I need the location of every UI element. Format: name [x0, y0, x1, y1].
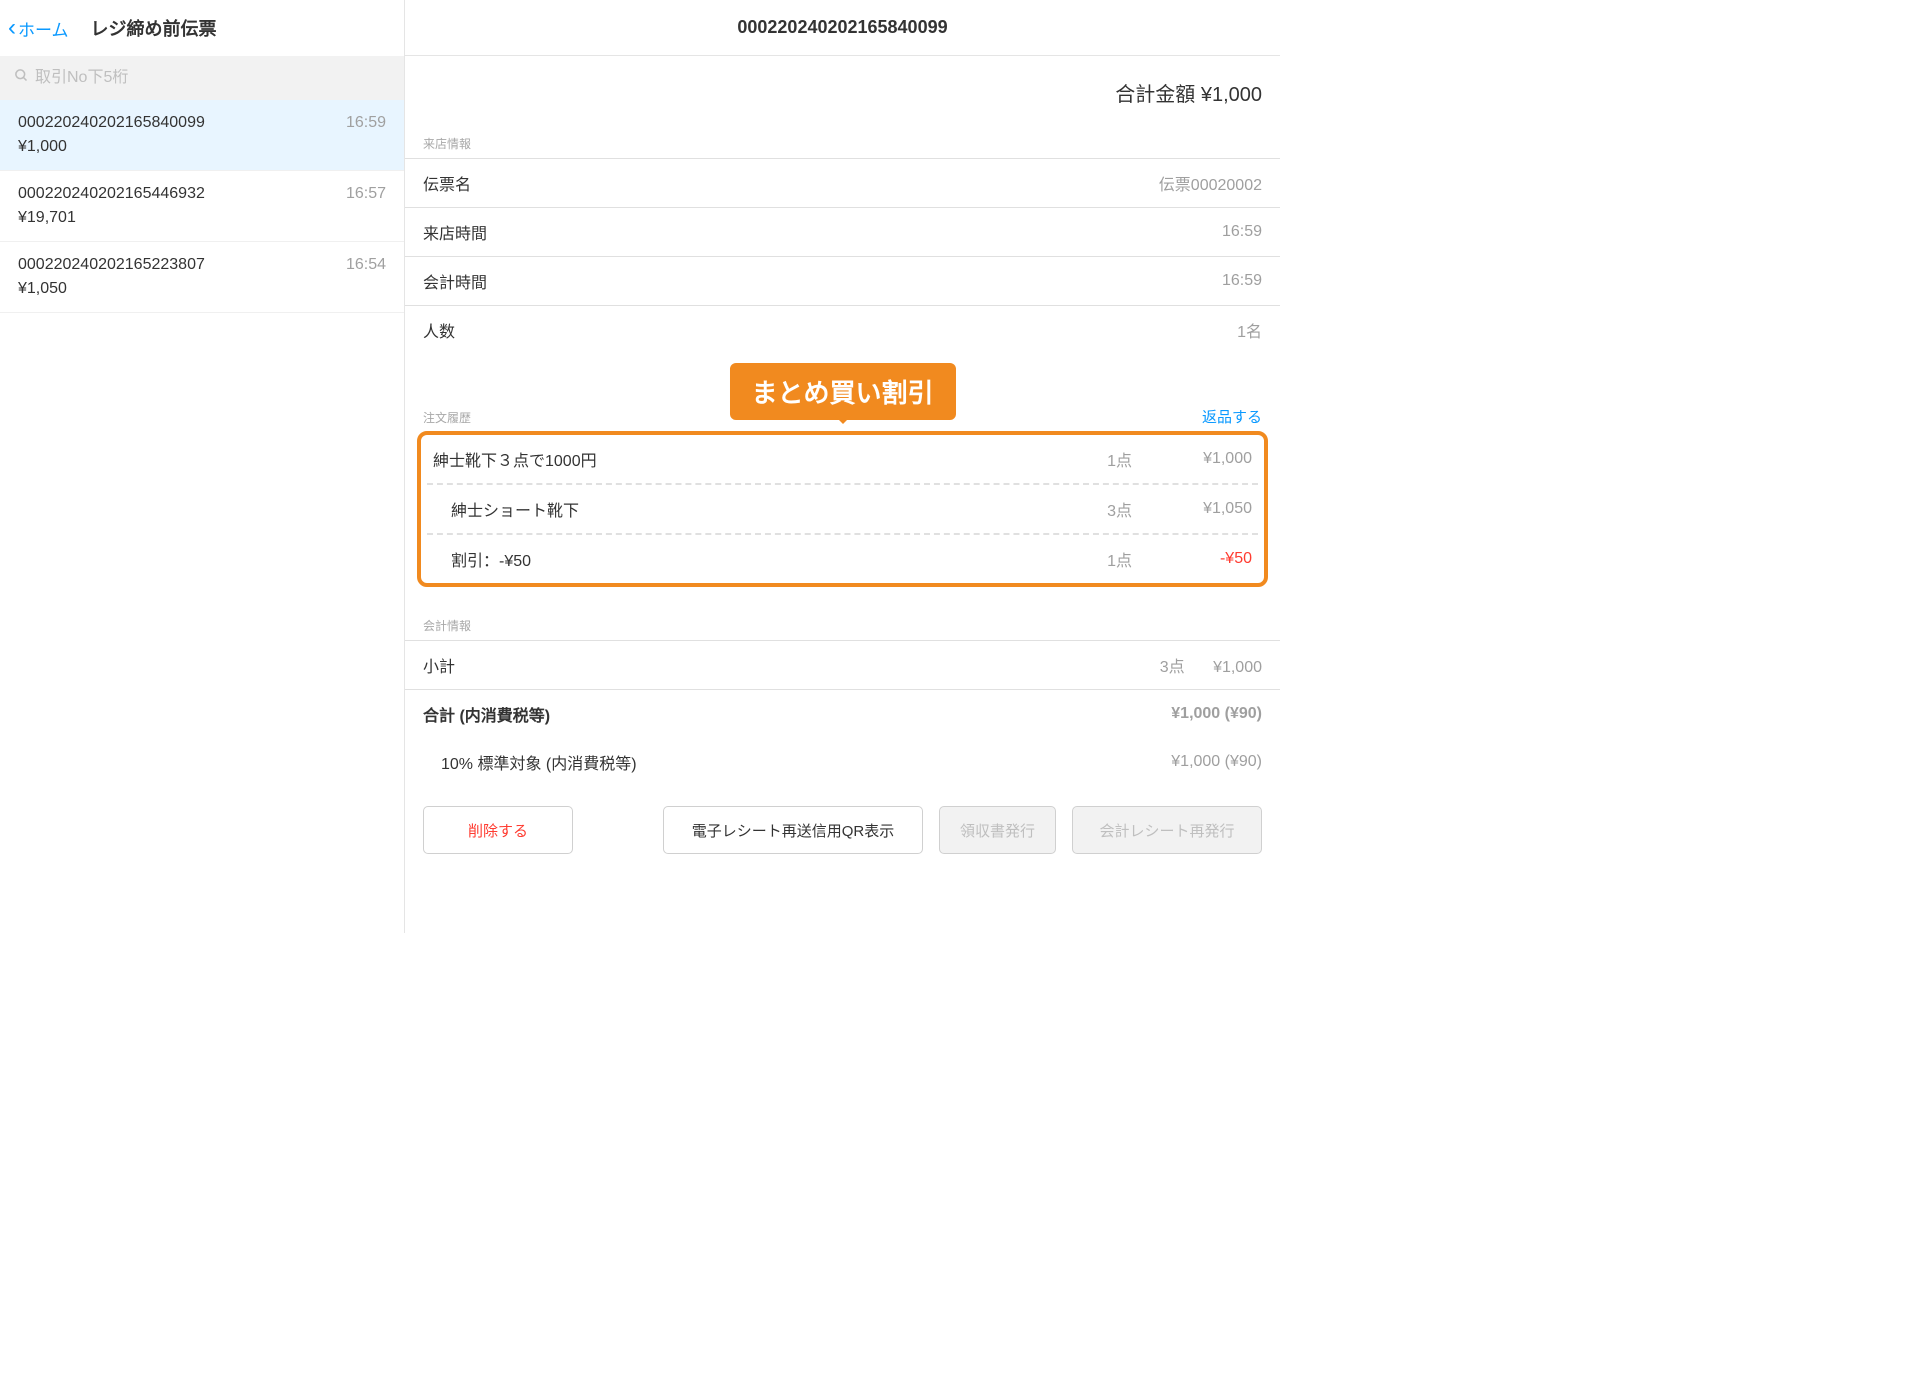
tx-amount: ¥1,050 — [18, 280, 386, 298]
search-field[interactable] — [35, 69, 390, 87]
detail-header-title: 000220240202165840099 — [405, 0, 1280, 56]
left-pane-title: レジ締め前伝票 — [91, 15, 217, 41]
tx-id: 000220240202165446932 — [18, 185, 386, 203]
total-value: ¥1,000 — [1201, 84, 1262, 106]
subtotal-key: 小計 — [423, 653, 455, 677]
order-qty: 1点 — [1062, 447, 1132, 471]
transaction-row[interactable]: 000220240202165223807 ¥1,050 16:54 — [0, 242, 404, 313]
transaction-list: 000220240202165840099¥1,00016:5900022024… — [0, 100, 404, 933]
receipt-issue-button: 領収書発行 — [939, 806, 1056, 854]
visit-section-label: 来店情報 — [405, 135, 1280, 158]
total-label: 合計金額 — [1115, 84, 1195, 106]
total-key: 合計 (内消費税等) — [423, 702, 550, 726]
receipt-reprint-button: 会計レシート再発行 — [1072, 806, 1262, 854]
slip-name-key: 伝票名 — [423, 171, 471, 195]
order-row: 紳士靴下３点で1000円1点¥1,000 — [427, 435, 1258, 483]
transaction-row[interactable]: 000220240202165446932 ¥19,701 16:57 — [0, 171, 404, 242]
headcount-key: 人数 — [423, 318, 455, 342]
subtotal-val: ¥1,000 — [1213, 659, 1262, 676]
order-row: 割引：-¥501点-¥50 — [427, 533, 1258, 583]
order-amount: ¥1,050 — [1132, 500, 1252, 518]
home-label: ホーム — [18, 16, 69, 41]
search-icon — [14, 68, 29, 88]
order-name: 紳士靴下３点で1000円 — [433, 447, 1062, 471]
tx-amount: ¥19,701 — [18, 209, 386, 227]
visit-time-key: 来店時間 — [423, 220, 487, 244]
order-qty: 3点 — [1062, 497, 1132, 521]
pay-time-val: 16:59 — [1222, 272, 1262, 290]
order-amount: -¥50 — [1132, 550, 1252, 568]
subtotal-qty: 3点 — [1160, 659, 1185, 676]
tx-amount: ¥1,000 — [18, 138, 386, 156]
search-input[interactable] — [0, 56, 404, 100]
tx-time: 16:57 — [346, 185, 386, 203]
tx-time: 16:59 — [346, 114, 386, 132]
acct-section-label: 会計情報 — [405, 617, 1280, 640]
tx-id: 000220240202165223807 — [18, 256, 386, 274]
order-box: 紳士靴下３点で1000円1点¥1,000紳士ショート靴下3点¥1,050割引：-… — [417, 431, 1268, 587]
order-amount: ¥1,000 — [1132, 450, 1252, 468]
bundle-discount-callout: まとめ買い割引 — [729, 363, 955, 420]
back-home-button[interactable]: ‹ ホーム — [8, 16, 69, 41]
tx-time: 16:54 — [346, 256, 386, 274]
order-row: 紳士ショート靴下3点¥1,050 — [427, 483, 1258, 533]
order-qty: 1点 — [1062, 547, 1132, 571]
qr-resend-button[interactable]: 電子レシート再送信用QR表示 — [663, 806, 923, 854]
pay-time-key: 会計時間 — [423, 269, 487, 293]
delete-button[interactable]: 削除する — [423, 806, 573, 854]
taxrow-val: ¥1,000 (¥90) — [1171, 753, 1262, 771]
tx-id: 000220240202165840099 — [18, 114, 386, 132]
grand-total: 合計金額 ¥1,000 — [405, 56, 1280, 135]
visit-time-val: 16:59 — [1222, 223, 1262, 241]
order-name: 割引：-¥50 — [433, 547, 1062, 571]
return-link[interactable]: 返品する — [1202, 406, 1262, 427]
headcount-val: 1名 — [1237, 318, 1262, 342]
transaction-row[interactable]: 000220240202165840099 ¥1,000 16:59 — [0, 100, 404, 171]
slip-name-val: 伝票00020002 — [1159, 171, 1262, 195]
chevron-left-icon: ‹ — [8, 16, 16, 40]
total-val: ¥1,000 (¥90) — [1171, 705, 1262, 723]
order-name: 紳士ショート靴下 — [433, 497, 1062, 521]
taxrow-key: 10% 標準対象 (内消費税等) — [423, 750, 637, 774]
